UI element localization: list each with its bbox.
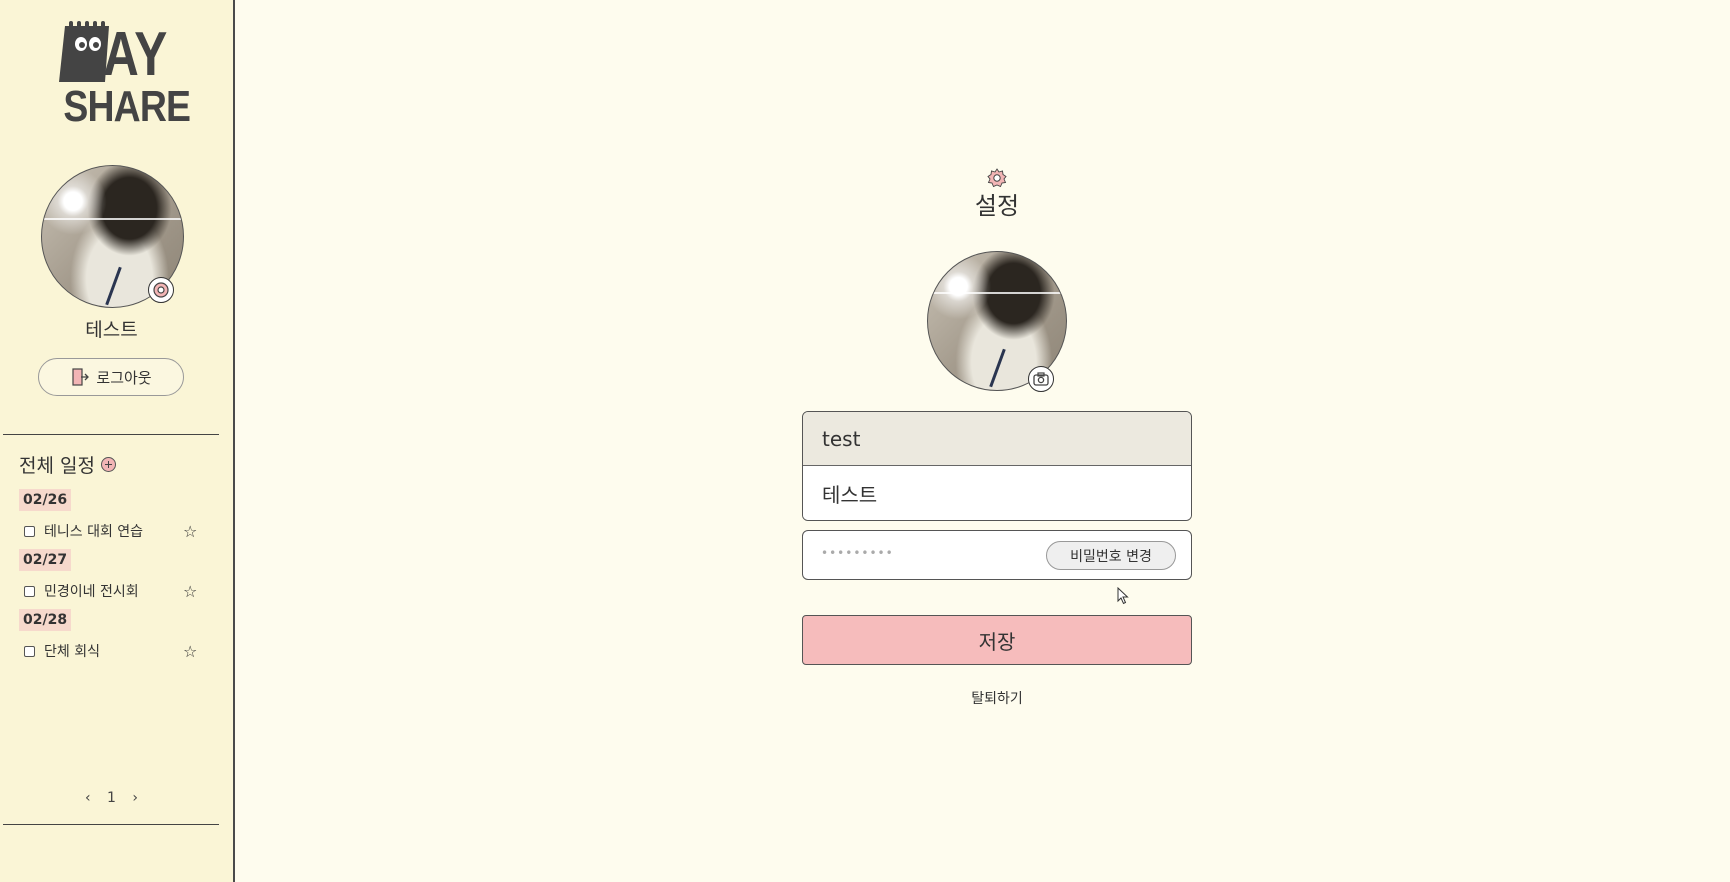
withdraw-link[interactable]: 탈퇴하기 (897, 688, 1097, 708)
star-icon[interactable]: ☆ (183, 522, 197, 541)
save-button[interactable]: 저장 (802, 615, 1192, 665)
change-photo-button[interactable] (1028, 366, 1054, 392)
schedule-title: 전체 일정 (19, 455, 95, 477)
star-icon[interactable]: ☆ (183, 642, 197, 661)
app-logo[interactable]: AY SHARE (55, 20, 191, 131)
add-schedule-icon[interactable] (100, 457, 116, 472)
list-item: 테니스 대회 연습 ☆ (24, 521, 204, 541)
profile-settings-button[interactable] (148, 277, 174, 303)
pagination: ‹ 1 › (0, 790, 223, 806)
logout-label: 로그아웃 (96, 368, 152, 387)
divider (3, 824, 219, 825)
change-password-button[interactable]: 비밀번호 변경 (1046, 541, 1176, 570)
todo-title[interactable]: 테니스 대회 연습 (44, 521, 143, 541)
list-item: 민경이네 전시회 ☆ (24, 581, 204, 601)
user-id-field: test (803, 412, 1191, 466)
password-field[interactable]: ••••••••• 비밀번호 변경 (802, 530, 1192, 580)
schedule-header: 전체 일정 (19, 451, 116, 478)
logo-text-bottom: SHARE (63, 82, 191, 131)
nickname-field[interactable]: 테스트 (803, 466, 1191, 520)
current-page: 1 (107, 790, 116, 806)
logo-text-top: AY (103, 20, 168, 89)
mouse-cursor-icon (1117, 587, 1129, 605)
todo-checkbox[interactable] (24, 645, 35, 657)
sidebar: AY SHARE 테스트 로그아웃 전체 일정 02/26 테니스 대회 연습 … (0, 0, 235, 882)
password-mask: ••••••••• (821, 546, 894, 560)
date-chip: 02/26 (19, 489, 72, 511)
camera-icon (1033, 372, 1049, 386)
todo-checkbox[interactable] (24, 585, 35, 597)
date-chip: 02/27 (19, 549, 72, 571)
todo-checkbox[interactable] (24, 525, 35, 537)
gear-icon (987, 168, 1007, 188)
prev-page-button[interactable]: ‹ (85, 790, 91, 806)
page-title: 설정 (974, 192, 1020, 220)
sidebar-user-name: 테스트 (85, 319, 138, 341)
todo-title[interactable]: 단체 회식 (44, 641, 100, 661)
date-chip: 02/28 (19, 609, 72, 631)
list-item: 단체 회식 ☆ (24, 641, 204, 661)
star-icon[interactable]: ☆ (183, 582, 197, 601)
logout-button[interactable]: 로그아웃 (38, 358, 184, 396)
divider (3, 434, 219, 435)
next-page-button[interactable]: › (132, 790, 138, 806)
todo-title[interactable]: 민경이네 전시회 (44, 581, 139, 601)
gear-icon (153, 282, 169, 298)
profile-fields: test 테스트 (802, 411, 1192, 521)
logout-icon (72, 368, 90, 386)
